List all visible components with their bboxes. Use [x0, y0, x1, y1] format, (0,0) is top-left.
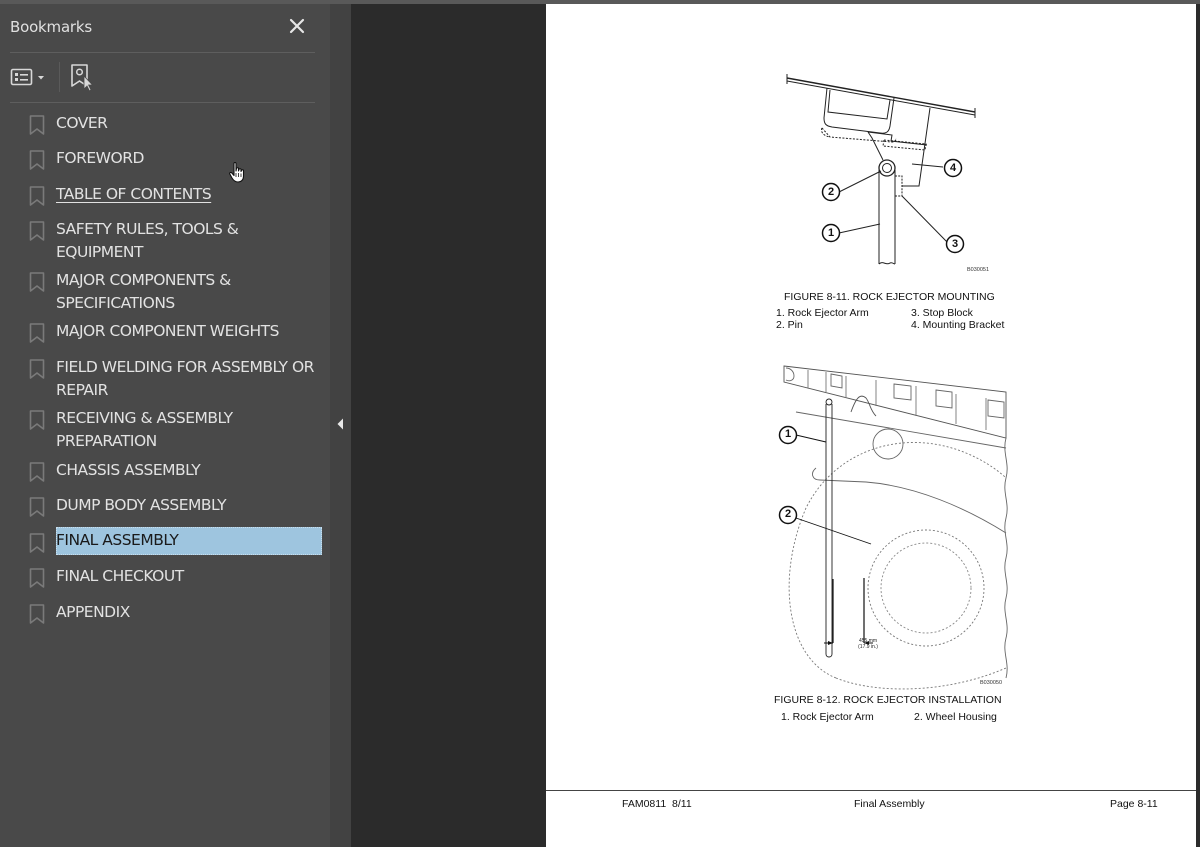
legend-item: 2. Wheel Housing: [914, 711, 997, 723]
callout-1: 1: [785, 428, 792, 440]
figure-8-12-caption: FIGURE 8-12. ROCK EJECTOR INSTALLATION: [774, 694, 1002, 706]
pdf-page: 2 4 1 3 B030051 FIGURE 8-11. ROCK EJECTO…: [546, 4, 1196, 847]
bookmark-item-receiving-assembly[interactable]: RECEIVING & ASSEMBLY PREPARATION: [0, 407, 330, 453]
bookmark-options-button[interactable]: [10, 66, 50, 90]
bookmark-icon: [29, 150, 45, 170]
callout-2: 2: [785, 508, 792, 520]
footer-rule: [546, 790, 1196, 791]
bookmark-icon: [29, 221, 45, 241]
bookmark-icon: [29, 462, 45, 482]
bookmark-label: FOREWORD: [56, 149, 144, 167]
page-edge: [1196, 4, 1200, 847]
bookmark-icon: [29, 323, 45, 343]
legend-item: 1. Rock Ejector Arm: [781, 711, 874, 723]
panel-divider: [10, 102, 315, 103]
bookmark-label: FINAL CHECKOUT: [56, 567, 184, 585]
bookmark-label: APPENDIX: [56, 603, 130, 621]
bookmark-icon: [29, 533, 45, 553]
legend-item: 4. Mounting Bracket: [911, 319, 1005, 331]
bookmark-label: TABLE OF CONTENTS: [56, 185, 212, 203]
bookmark-label: MAJOR COMPONENTS & SPECIFICATIONS: [56, 271, 231, 312]
bookmark-item-major-components[interactable]: MAJOR COMPONENTS & SPECIFICATIONS: [0, 269, 330, 315]
figure-code: B030050: [980, 680, 1003, 686]
bookmark-label: DUMP BODY ASSEMBLY: [56, 496, 227, 514]
bookmark-icon: [29, 272, 45, 292]
footer-section: Final Assembly: [854, 798, 925, 810]
panel-title: Bookmarks: [10, 18, 93, 36]
bookmark-item-major-component-weights[interactable]: MAJOR COMPONENT WEIGHTS: [0, 320, 330, 350]
callout-3: 3: [952, 238, 959, 250]
bookmark-label: COVER: [56, 114, 108, 132]
callout-1: 1: [828, 227, 835, 239]
panel-divider: [10, 52, 315, 53]
bookmark-icon: [29, 359, 45, 379]
bookmark-item-dump-body-assembly[interactable]: DUMP BODY ASSEMBLY: [0, 494, 330, 524]
bookmark-label: SAFETY RULES, TOOLS & EQUIPMENT: [56, 220, 239, 261]
list-options-icon: [10, 68, 44, 86]
footer-page-number: Page 8-11: [1110, 798, 1158, 810]
bookmark-item-final-assembly[interactable]: FINAL ASSEMBLY: [0, 527, 330, 560]
close-icon: [289, 18, 305, 34]
dimension-in: (17.9 in.): [858, 644, 878, 650]
figure-code: B030051: [967, 267, 990, 273]
bookmark-item-chassis-assembly[interactable]: CHASSIS ASSEMBLY: [0, 459, 330, 489]
footer-doc-id: FAM0811 8/11: [622, 798, 692, 810]
bookmark-item-safety-rules[interactable]: SAFETY RULES, TOOLS & EQUIPMENT: [0, 218, 330, 264]
chevron-left-icon: [337, 418, 343, 430]
hand-cursor-icon: [229, 162, 245, 183]
bookmark-label: MAJOR COMPONENT WEIGHTS: [56, 322, 279, 340]
bookmark-label: RECEIVING & ASSEMBLY PREPARATION: [56, 409, 233, 450]
bookmark-icon: [29, 497, 45, 517]
figure-8-11-caption: FIGURE 8-11. ROCK EJECTOR MOUNTING: [784, 291, 995, 303]
new-bookmark-button[interactable]: [70, 62, 96, 92]
bookmark-item-field-welding[interactable]: FIELD WELDING FOR ASSEMBLY OR REPAIR: [0, 356, 330, 402]
legend-item: 1. Rock Ejector Arm: [776, 307, 869, 319]
legend-item: 2. Pin: [776, 319, 803, 331]
legend-item: 3. Stop Block: [911, 307, 973, 319]
bookmark-icon: [29, 568, 45, 588]
bookmark-item-foreword[interactable]: FOREWORD: [0, 147, 330, 177]
collapse-panel-button[interactable]: [335, 417, 345, 431]
bookmark-icon: [29, 186, 45, 206]
bookmark-item-table-of-contents[interactable]: TABLE OF CONTENTS: [0, 183, 330, 213]
dimension-label: 455 mm (17.9 in.): [843, 638, 893, 650]
bookmark-label: CHASSIS ASSEMBLY: [56, 461, 201, 479]
bookmark-icon: [29, 604, 45, 624]
callout-4: 4: [950, 162, 957, 174]
bookmark-label-selected: FINAL ASSEMBLY: [56, 527, 322, 555]
bookmark-item-cover[interactable]: COVER: [0, 112, 330, 142]
bookmark-icon: [29, 410, 45, 430]
bookmark-icon: [29, 115, 45, 135]
callout-2: 2: [828, 186, 835, 198]
bookmark-item-final-checkout[interactable]: FINAL CHECKOUT: [0, 565, 330, 595]
new-bookmark-icon: [71, 64, 94, 92]
bookmark-label: FIELD WELDING FOR ASSEMBLY OR REPAIR: [56, 358, 314, 399]
toolbar-separator: [59, 62, 60, 92]
close-panel-button[interactable]: [286, 16, 308, 38]
bookmark-item-appendix[interactable]: APPENDIX: [0, 601, 330, 631]
